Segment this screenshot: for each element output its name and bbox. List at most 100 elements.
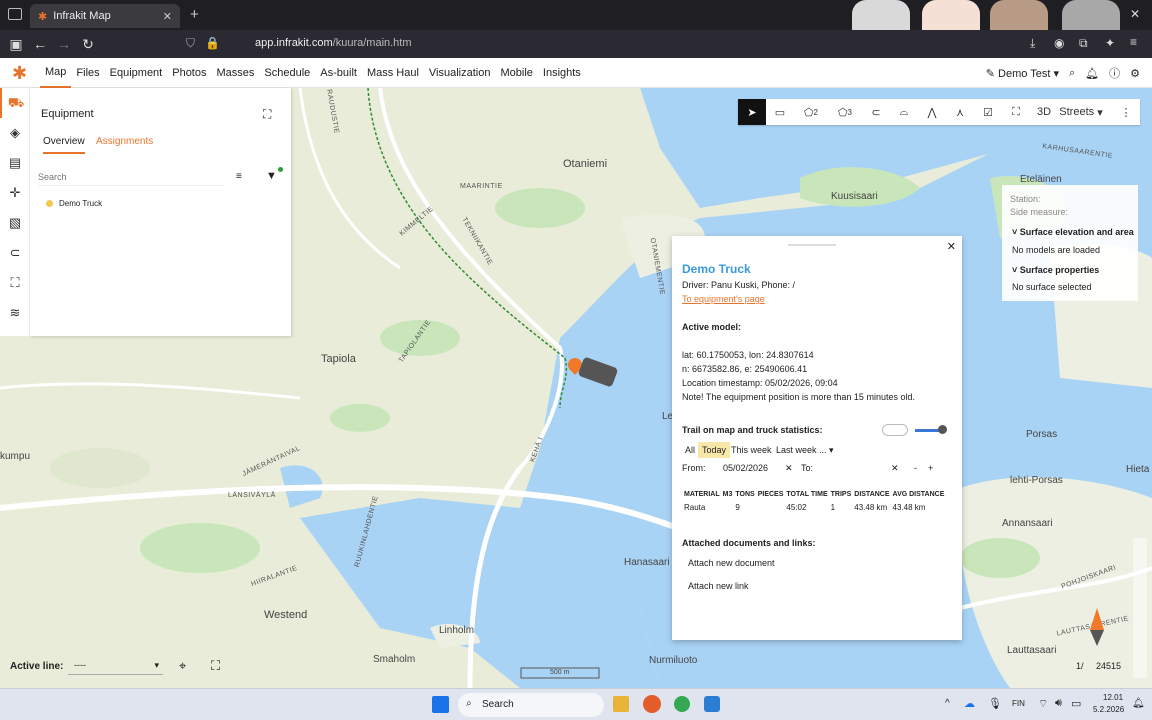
tray-expand-icon[interactable]: ^: [945, 698, 950, 709]
menu-icon[interactable]: ≡: [1130, 35, 1137, 49]
list-item[interactable]: Demo Truck: [46, 199, 102, 208]
nav-insights[interactable]: Insights: [538, 59, 586, 87]
tab-overview[interactable]: Overview: [43, 136, 85, 154]
plus-icon[interactable]: +: [928, 463, 933, 473]
gear-icon[interactable]: ⚙: [1130, 67, 1140, 80]
extension-icon[interactable]: ✦: [1105, 36, 1115, 50]
trail-toggle-off[interactable]: [882, 424, 908, 436]
nav-masses[interactable]: Masses: [211, 59, 259, 87]
search-icon[interactable]: ⌕: [1069, 67, 1075, 80]
attach-link-button[interactable]: Attach new link: [688, 581, 749, 591]
firefox-icon[interactable]: [643, 695, 661, 713]
filter-this-week[interactable]: This week: [731, 445, 772, 455]
minus-icon[interactable]: -: [914, 463, 917, 473]
zoom-slider[interactable]: [1133, 538, 1147, 678]
image-icon[interactable]: ▧: [0, 208, 30, 238]
fit-extent-icon[interactable]: ⛶: [1002, 99, 1030, 125]
nav-mobile[interactable]: Mobile: [495, 59, 537, 87]
tab-assignments[interactable]: Assignments: [96, 136, 153, 147]
reload-icon[interactable]: ↻: [76, 36, 100, 53]
nav-schedule[interactable]: Schedule: [259, 59, 315, 87]
close-tab-icon[interactable]: ✕: [163, 10, 172, 23]
sort-icon[interactable]: ≡: [236, 171, 242, 182]
volume-icon[interactable]: 🔊︎: [1055, 697, 1062, 710]
wifi-icon[interactable]: ⌔: [1038, 697, 1048, 711]
nav-visualization[interactable]: Visualization: [424, 59, 496, 87]
outlook-icon[interactable]: [704, 696, 720, 712]
view-3d-button[interactable]: 3D: [1030, 99, 1058, 125]
taskbar-search[interactable]: ⌕ Search: [458, 693, 604, 717]
ruler-icon[interactable]: ▭: [766, 99, 794, 125]
help-icon[interactable]: ⓘ: [1109, 65, 1120, 81]
location-pin-tool-icon[interactable]: ⌖: [179, 658, 186, 674]
clock-date[interactable]: 5.2.2026: [1093, 705, 1124, 714]
file-explorer-icon[interactable]: [613, 696, 629, 712]
close-window-icon[interactable]: ✕: [1130, 7, 1140, 21]
tab-overview-icon[interactable]: [8, 8, 22, 20]
windows-start-icon[interactable]: [432, 696, 449, 713]
section-icon[interactable]: ⌓: [890, 99, 918, 125]
filter-icon[interactable]: ▼: [266, 170, 277, 182]
clear-from-icon[interactable]: ✕: [785, 463, 793, 474]
select-tool-icon[interactable]: ➤: [738, 99, 766, 125]
active-line-select[interactable]: ---- ▾: [68, 657, 163, 675]
measure-area-3[interactable]: ⬠ 3: [828, 99, 862, 125]
download-icon[interactable]: ⤓: [1030, 36, 1035, 51]
nav-equipment[interactable]: Equipment: [105, 59, 168, 87]
layers-icon[interactable]: ◈: [0, 118, 30, 148]
onedrive-icon[interactable]: ☁: [964, 697, 975, 710]
forward-icon[interactable]: →: [52, 36, 76, 52]
bell-icon[interactable]: 🔔︎: [1085, 67, 1099, 80]
filter-all[interactable]: All: [685, 445, 695, 455]
clear-to-icon[interactable]: ✕: [891, 463, 899, 474]
back-icon[interactable]: ←: [28, 36, 52, 52]
excavator-icon[interactable]: ⊂: [0, 238, 30, 268]
nav-as-built[interactable]: As-built: [315, 59, 362, 87]
section-surface-elevation[interactable]: ˅ Surface elevation and area: [1012, 227, 1134, 237]
map-icon[interactable]: ⛶: [0, 268, 30, 298]
address-bar[interactable]: app.infrakit.com/kuura/main.htm: [255, 37, 412, 49]
nav-map[interactable]: Map: [40, 58, 72, 88]
sidebar-toggle-icon[interactable]: ▣: [4, 36, 28, 53]
shield-icon[interactable]: ⛉: [186, 36, 195, 51]
equipment-tool-icon[interactable]: ⛟: [0, 88, 30, 118]
microphone-icon[interactable]: 🎙︎: [988, 697, 1002, 710]
search-input[interactable]: [38, 168, 224, 186]
fit-view-icon[interactable]: ⛶: [263, 107, 271, 122]
trail-toggle-on[interactable]: [915, 429, 939, 432]
browser-tab[interactable]: ✱ Infrakit Map ✕: [30, 4, 180, 28]
basemap-select[interactable]: Streets ▾: [1058, 99, 1104, 125]
account-icon[interactable]: ◉: [1054, 36, 1064, 50]
nav-mass-haul[interactable]: Mass Haul: [362, 59, 424, 87]
equipment-page-link[interactable]: To equipment's page: [682, 294, 765, 304]
clock-time[interactable]: 12.01: [1103, 693, 1123, 702]
language-indicator[interactable]: FIN: [1012, 699, 1025, 708]
attach-document-button[interactable]: Attach new document: [688, 558, 775, 568]
compass-north-icon[interactable]: [1090, 608, 1104, 630]
user-menu[interactable]: ✎ Demo Test ▾: [986, 67, 1059, 80]
section-surface-properties[interactable]: ˅ Surface properties: [1012, 265, 1099, 275]
measure-area-2[interactable]: ⬠ 2: [794, 99, 828, 125]
lock-icon[interactable]: 🔒: [205, 36, 220, 50]
more-icon[interactable]: ⋮: [1112, 99, 1140, 125]
stack-icon[interactable]: ≋: [0, 298, 30, 328]
profile-compare-icon[interactable]: ⋏: [946, 99, 974, 125]
profile-icon[interactable]: ⋀: [918, 99, 946, 125]
nav-photos[interactable]: Photos: [167, 59, 211, 87]
filter-today[interactable]: Today: [698, 442, 731, 458]
extensions-icon[interactable]: ⧉: [1079, 36, 1088, 51]
filter-last-week[interactable]: Last week ... ▾: [776, 445, 834, 456]
nav-files[interactable]: Files: [71, 59, 104, 87]
fit-line-icon[interactable]: ⛶: [211, 658, 220, 674]
crosshair-icon[interactable]: ✛: [0, 178, 30, 208]
close-icon[interactable]: ✕: [947, 240, 956, 253]
excavator-tool-icon[interactable]: ⊂: [862, 99, 890, 125]
document-icon[interactable]: ▤: [0, 148, 30, 178]
chrome-icon[interactable]: [674, 696, 690, 712]
notification-icon[interactable]: 🔔︎: [1132, 698, 1145, 709]
new-tab-icon[interactable]: +: [190, 6, 199, 23]
from-date-field[interactable]: 05/02/2026: [723, 463, 768, 473]
battery-icon[interactable]: ▭: [1071, 697, 1081, 710]
drag-handle[interactable]: [788, 244, 836, 246]
check-area-icon[interactable]: ☑: [974, 99, 1002, 125]
